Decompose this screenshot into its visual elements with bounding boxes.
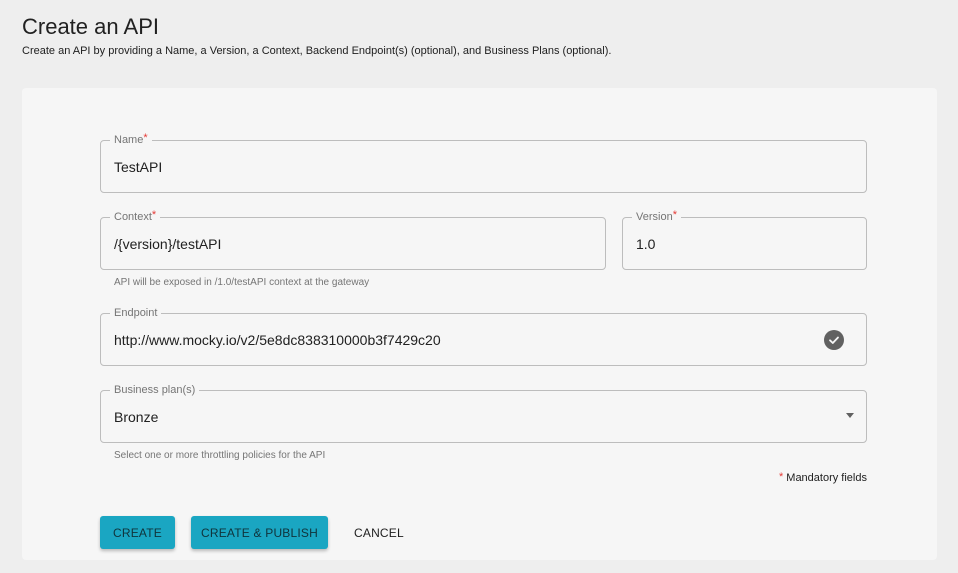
create-button[interactable]: CREATE [100,516,175,549]
create-api-form-card: Name* TestAPI Context* /{version}/testAP… [22,88,937,560]
version-field[interactable]: Version* 1.0 [622,210,867,270]
endpoint-field[interactable]: Endpoint http://www.mocky.io/v2/5e8dc838… [100,306,867,366]
version-input[interactable]: 1.0 [636,218,826,269]
create-and-publish-button[interactable]: CREATE & PUBLISH [191,516,328,549]
required-marker: * [778,471,784,483]
context-input[interactable]: /{version}/testAPI [114,218,565,269]
caret-down-icon[interactable] [846,413,854,418]
page-title: Create an API [22,14,159,39]
mandatory-fields-note: * Mandatory fields [778,471,867,485]
context-field[interactable]: Context* /{version}/testAPI [100,210,606,270]
check-circle-icon [824,330,844,350]
name-field[interactable]: Name* TestAPI [100,133,867,193]
business-plans-helper-text: Select one or more throttling policies f… [114,450,326,461]
endpoint-input[interactable]: http://www.mocky.io/v2/5e8dc838310000b3f… [114,314,826,365]
business-plans-value[interactable]: Bronze [114,391,826,442]
context-helper-text: API will be exposed in /1.0/testAPI cont… [114,277,370,288]
business-plans-select[interactable]: Business plan(s) Bronze [100,383,867,443]
name-input[interactable]: TestAPI [114,141,826,192]
cancel-button[interactable]: CANCEL [354,516,404,549]
page-subtitle: Create an API by providing a Name, a Ver… [22,45,612,57]
